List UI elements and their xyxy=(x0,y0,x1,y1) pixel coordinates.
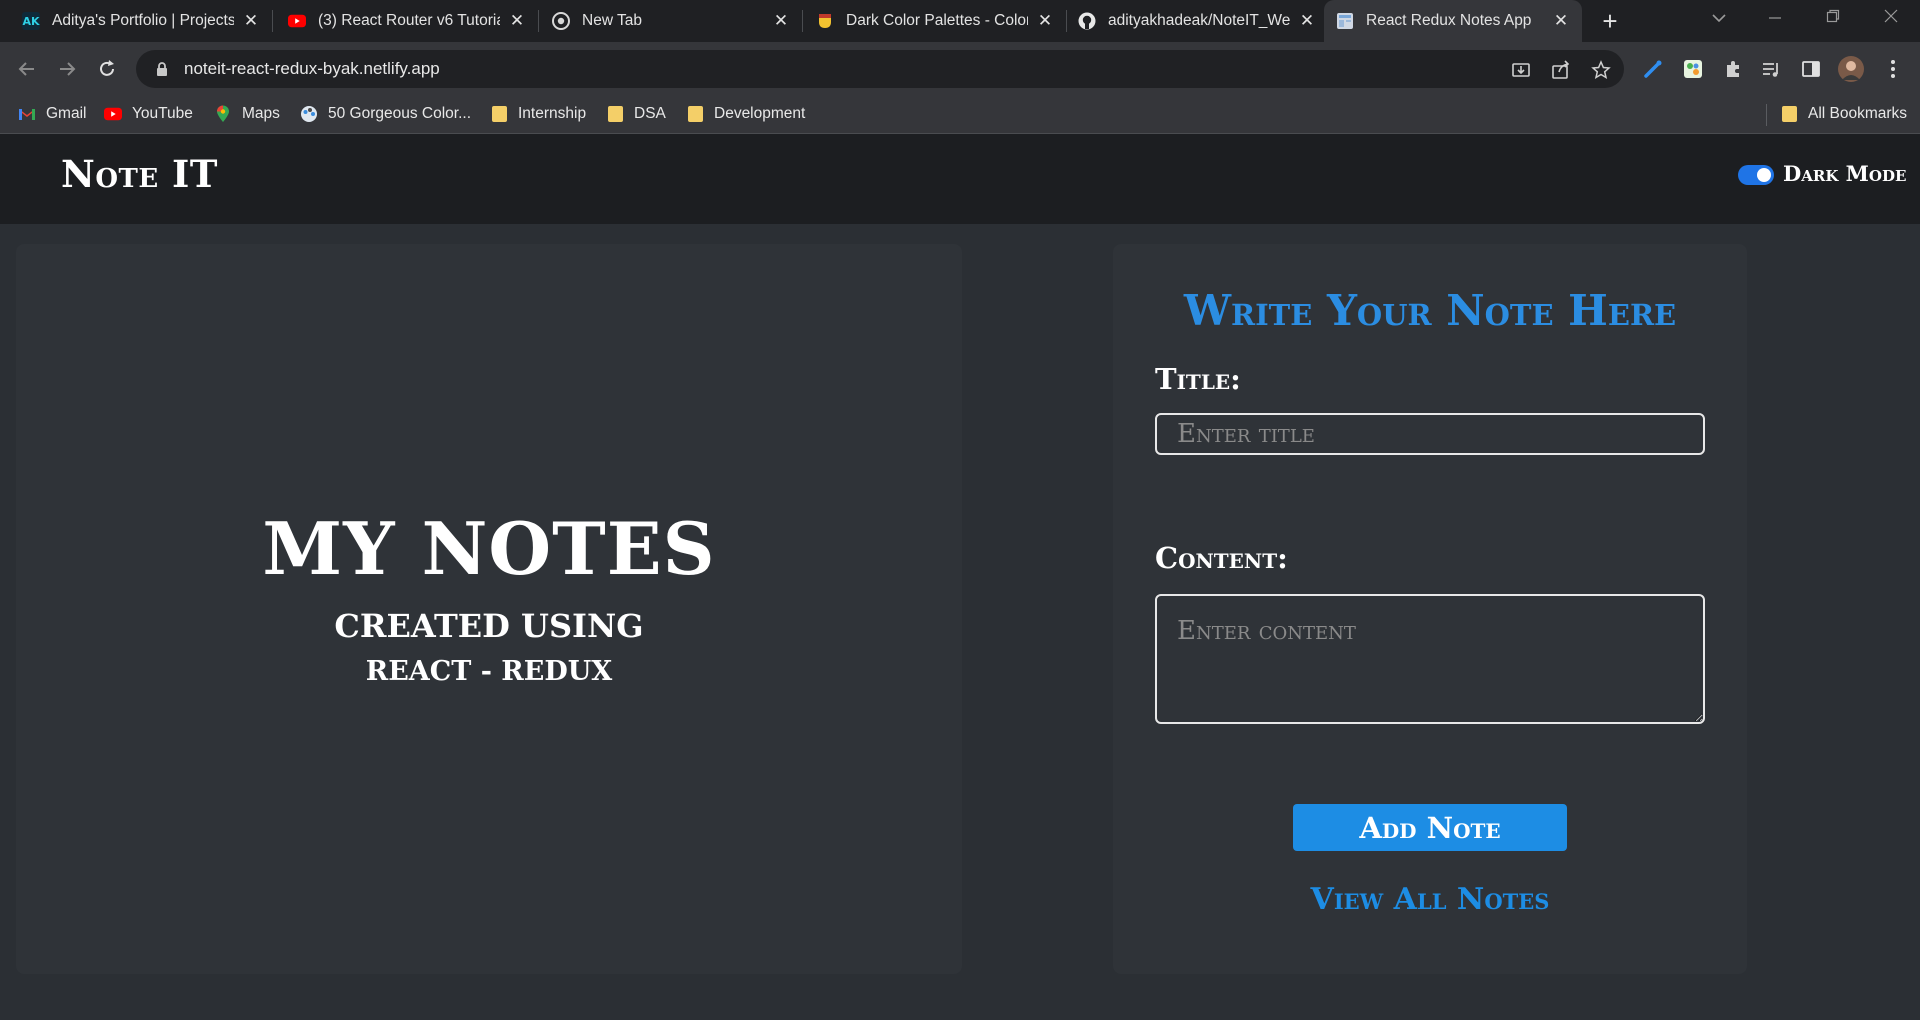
bookmark-youtube[interactable]: YouTube xyxy=(104,96,193,132)
lock-icon[interactable] xyxy=(154,61,170,77)
tab-github[interactable]: adityakhadeak/NoteIT_Web ✕ xyxy=(1066,0,1328,42)
dark-mode-label: Dark Mode xyxy=(1783,161,1907,186)
note-form-panel: Write Your Note Here Title: Content: Add… xyxy=(1113,244,1747,974)
tab-separator xyxy=(272,10,273,32)
hero-tech: REACT - REDUX xyxy=(365,656,613,687)
url-text[interactable]: noteit-react-redux-byak.netlify.app xyxy=(184,59,440,79)
content-label: Content: xyxy=(1155,541,1288,575)
tab-label: adityakhadeak/NoteIT_Web xyxy=(1108,12,1290,29)
close-tab-icon[interactable]: ✕ xyxy=(1298,12,1316,30)
browser-window: AK Aditya's Portfolio | Projects ✕ (3) R… xyxy=(0,0,1920,1020)
bookmark-50-gorgeous-color[interactable]: 50 Gorgeous Color... xyxy=(300,96,471,132)
forward-icon[interactable] xyxy=(52,54,82,84)
tab-new-tab[interactable]: New Tab ✕ xyxy=(540,0,803,42)
view-all-notes-link[interactable]: View All Notes xyxy=(1113,882,1747,917)
bookmark-folder-dsa[interactable]: DSA xyxy=(606,96,666,132)
tab-separator xyxy=(802,10,803,32)
hero-subtitle: CREATED USING xyxy=(334,607,644,645)
gmail-icon xyxy=(18,105,36,123)
app-brand[interactable]: Note IT xyxy=(61,152,218,196)
tab-label: React Redux Notes App xyxy=(1366,12,1532,29)
all-bookmarks-folder[interactable]: All Bookmarks xyxy=(1780,96,1907,132)
bookmark-label: Maps xyxy=(242,105,280,122)
hero-title: MY NOTES xyxy=(262,506,716,591)
back-icon[interactable] xyxy=(12,54,42,84)
profile-avatar[interactable] xyxy=(1838,56,1864,82)
all-bookmarks-label: All Bookmarks xyxy=(1808,105,1908,122)
maps-icon xyxy=(214,105,232,123)
folder-icon xyxy=(686,105,704,123)
title-label: Title: xyxy=(1155,362,1241,396)
bookmark-gmail[interactable]: Gmail xyxy=(18,96,86,132)
tab-search-chevron-icon[interactable] xyxy=(1704,6,1734,32)
bookmarks-separator xyxy=(1766,104,1767,126)
tab-label: Aditya's Portfolio | Projects xyxy=(52,12,234,29)
folder-icon xyxy=(490,105,508,123)
side-panel-icon[interactable] xyxy=(1798,56,1824,82)
palette-extension-icon[interactable] xyxy=(1680,56,1706,82)
close-tab-icon[interactable]: ✕ xyxy=(508,12,526,30)
youtube-icon xyxy=(104,105,122,123)
bookmark-folder-development[interactable]: Development xyxy=(686,96,805,132)
restore-icon[interactable] xyxy=(1818,6,1848,32)
bookmark-maps[interactable]: Maps xyxy=(214,96,280,132)
dark-mode-toggle[interactable] xyxy=(1738,165,1774,185)
bookmark-label: Development xyxy=(714,105,806,122)
chrome-favicon-icon xyxy=(552,12,570,30)
bookmark-folder-internship[interactable]: Internship xyxy=(490,96,586,132)
folder-icon xyxy=(1780,105,1798,123)
extensions-puzzle-icon[interactable] xyxy=(1720,56,1746,82)
github-favicon-icon xyxy=(1078,12,1096,30)
new-tab-button[interactable]: + xyxy=(1596,8,1624,36)
bookmark-label: YouTube xyxy=(132,105,193,122)
form-heading: Write Your Note Here xyxy=(1183,286,1677,335)
title-input[interactable] xyxy=(1155,413,1705,455)
add-note-button[interactable]: Add Note xyxy=(1293,804,1567,851)
color-picker-extension-icon[interactable] xyxy=(1640,56,1666,82)
tab-react-router[interactable]: (3) React Router v6 Tutorial ✕ xyxy=(276,0,539,42)
close-window-icon[interactable] xyxy=(1876,6,1906,32)
browser-toolbar: noteit-react-redux-byak.netlify.app xyxy=(0,42,1920,96)
bookmark-label: Internship xyxy=(518,105,587,122)
tab-strip: AK Aditya's Portfolio | Projects ✕ (3) R… xyxy=(0,0,1920,42)
tab-dark-palettes[interactable]: Dark Color Palettes - Color ✕ xyxy=(804,0,1067,42)
portfolio-favicon-icon: AK xyxy=(22,12,40,30)
share-icon[interactable] xyxy=(1550,59,1572,81)
close-tab-icon[interactable]: ✕ xyxy=(1552,12,1570,30)
hero-panel: MY NOTES CREATED USING REACT - REDUX xyxy=(16,244,962,974)
bookmark-label: 50 Gorgeous Color... xyxy=(328,105,472,122)
install-app-icon[interactable] xyxy=(1510,59,1532,81)
bookmark-label: DSA xyxy=(634,105,666,122)
tab-portfolio[interactable]: AK Aditya's Portfolio | Projects ✕ xyxy=(10,0,273,42)
palette-favicon-icon xyxy=(816,12,834,30)
address-bar[interactable]: noteit-react-redux-byak.netlify.app xyxy=(136,50,1624,88)
tab-label: Dark Color Palettes - Color xyxy=(846,12,1028,29)
tab-label: New Tab xyxy=(582,12,643,29)
bookmark-label: Gmail xyxy=(46,105,87,122)
web-page: Note IT Dark Mode MY NOTES CREATED USING… xyxy=(0,134,1920,1020)
tab-label: (3) React Router v6 Tutorial xyxy=(318,12,500,29)
folder-icon xyxy=(606,105,624,123)
toggle-knob xyxy=(1757,168,1771,182)
media-control-icon[interactable] xyxy=(1758,56,1784,82)
youtube-favicon-icon xyxy=(288,12,306,30)
tab-separator xyxy=(538,10,539,32)
close-tab-icon[interactable]: ✕ xyxy=(772,12,790,30)
bookmark-star-icon[interactable] xyxy=(1590,59,1612,81)
tab-react-redux-notes[interactable]: React Redux Notes App ✕ xyxy=(1324,0,1582,42)
svg-text:AK: AK xyxy=(22,15,40,28)
palette-icon xyxy=(300,105,318,123)
bookmarks-bar: Gmail YouTube Maps 50 Gorgeous Color... … xyxy=(0,96,1920,134)
reload-icon[interactable] xyxy=(92,54,122,84)
content-textarea[interactable] xyxy=(1155,594,1705,724)
app-navbar: Note IT Dark Mode xyxy=(0,134,1920,224)
close-tab-icon[interactable]: ✕ xyxy=(242,12,260,30)
minimize-icon[interactable] xyxy=(1760,6,1790,32)
menu-kebab-icon[interactable] xyxy=(1880,56,1906,82)
close-tab-icon[interactable]: ✕ xyxy=(1036,12,1054,30)
document-favicon-icon xyxy=(1336,12,1354,30)
